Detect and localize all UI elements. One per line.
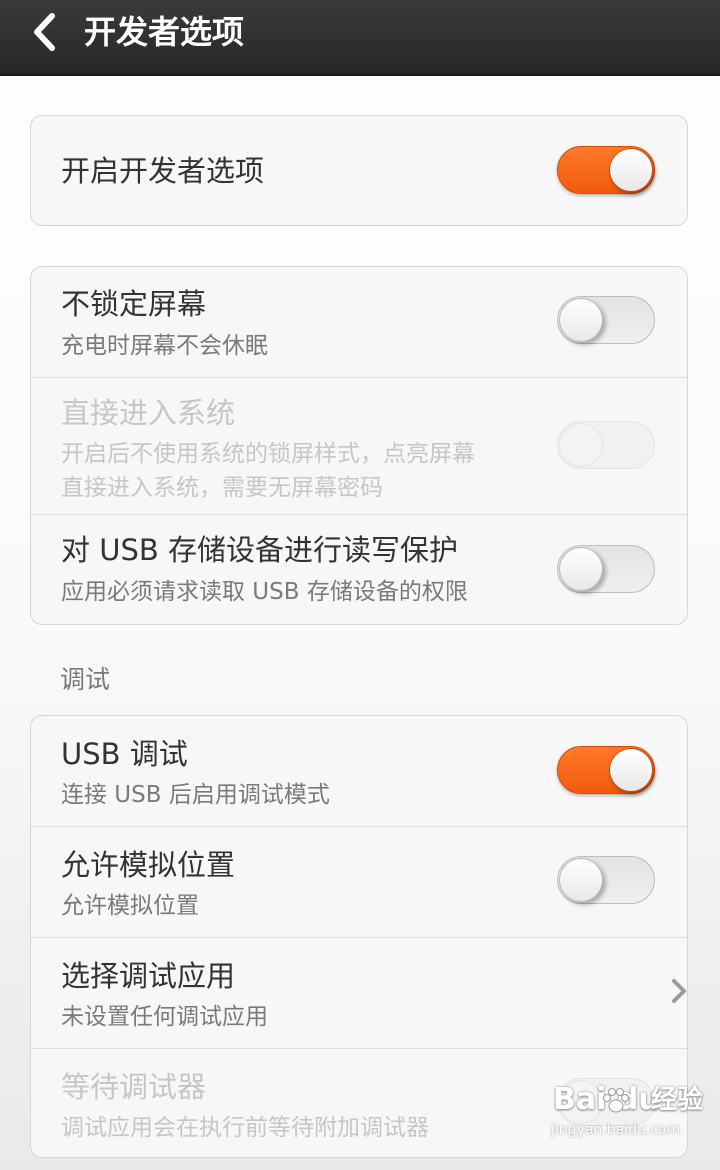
setting-subtitle: 连接 USB 后启用调试模式	[61, 782, 330, 808]
setting-subtitle: 未设置任何调试应用	[61, 1004, 268, 1030]
setting-title: USB 调试	[61, 737, 188, 771]
master-toggle[interactable]	[557, 146, 655, 194]
setting-subtitle: 应用必须请求读取 USB 存储设备的权限	[61, 579, 468, 605]
section-header-debug: 调试	[60, 665, 111, 694]
stay-awake-toggle[interactable]	[557, 296, 655, 344]
setting-subtitle: 充电时屏幕不会休眠	[61, 333, 268, 359]
chevron-left-icon	[34, 13, 55, 51]
chevron-right-icon	[672, 979, 686, 1003]
watermark-url: jingyan.baidu.com	[551, 1122, 681, 1138]
master-card: 开启开发者选项	[30, 115, 688, 226]
setting-row-mock-location[interactable]: 允许模拟位置 允许模拟位置	[31, 827, 687, 938]
toggle-knob	[559, 423, 603, 467]
setting-title: 不锁定屏幕	[61, 287, 207, 321]
toggle-knob	[609, 148, 653, 192]
setting-title: 允许模拟位置	[61, 848, 236, 882]
setting-title: 选择调试应用	[61, 959, 236, 993]
toggle-knob	[559, 547, 603, 591]
master-row[interactable]: 开启开发者选项	[31, 116, 687, 225]
setting-subtitle: 允许模拟位置	[61, 893, 199, 919]
setting-row-usb-protect[interactable]: 对 USB 存储设备进行读写保护 应用必须请求读取 USB 存储设备的权限	[31, 515, 687, 624]
setting-title: 直接进入系统	[61, 396, 236, 430]
setting-subtitle-line1: 开启后不使用系统的锁屏样式，点亮屏幕	[61, 441, 475, 467]
master-label: 开启开发者选项	[61, 154, 265, 188]
setting-subtitle-line2: 直接进入系统，需要无屏幕密码	[61, 475, 383, 501]
setting-row-direct-entry: 直接进入系统 开启后不使用系统的锁屏样式，点亮屏幕 直接进入系统，需要无屏幕密码	[31, 378, 687, 515]
setting-row-debug-app[interactable]: 选择调试应用 未设置任何调试应用	[31, 938, 687, 1049]
setting-row-stay-awake[interactable]: 不锁定屏幕 充电时屏幕不会休眠	[31, 267, 687, 378]
setting-subtitle: 调试应用会在执行前等待附加调试器	[61, 1115, 429, 1141]
setting-title: 对 USB 存储设备进行读写保护	[61, 533, 458, 567]
watermark-cn: 经验	[651, 1085, 704, 1115]
toggle-knob	[609, 748, 653, 792]
usb-debug-toggle[interactable]	[557, 746, 655, 794]
toggle-knob	[559, 858, 603, 902]
page-title: 开发者选项	[84, 13, 245, 51]
direct-entry-toggle	[557, 421, 655, 469]
paw-icon	[603, 1088, 629, 1113]
setting-row-usb-debug[interactable]: USB 调试 连接 USB 后启用调试模式	[31, 716, 687, 827]
usb-protect-toggle[interactable]	[557, 545, 655, 593]
back-button[interactable]	[24, 12, 64, 52]
mock-location-toggle[interactable]	[557, 856, 655, 904]
title-bar: 开发者选项	[0, 0, 720, 76]
toggle-knob	[559, 298, 603, 342]
general-card: 不锁定屏幕 充电时屏幕不会休眠 直接进入系统 开启后不使用系统的锁屏样式，点亮屏…	[30, 266, 688, 625]
setting-title: 等待调试器	[61, 1070, 207, 1104]
baidu-jingyan-watermark: Bai du 经验 jingyan.baidu.com	[551, 1082, 703, 1154]
